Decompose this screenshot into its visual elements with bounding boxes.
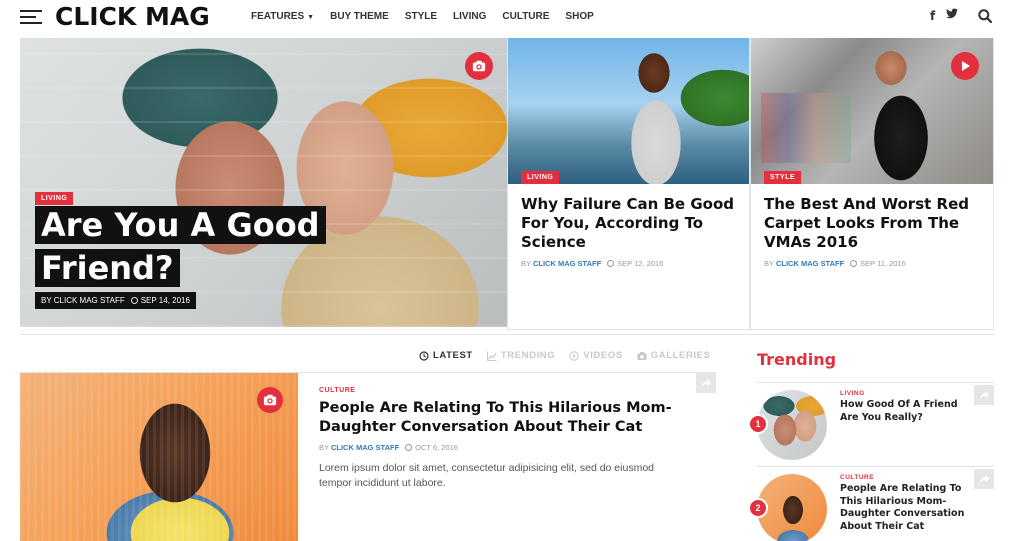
section-divider [20,334,994,335]
tab-latest[interactable]: LATEST [419,350,473,361]
share-icon[interactable] [974,469,994,489]
story-image [508,38,749,184]
rank-badge: 2 [748,498,768,518]
nav-item-living[interactable]: LIVING [453,11,486,22]
trending-heading: Trending [757,350,837,369]
byline-prefix: BY [521,259,531,268]
clock-icon [405,444,413,451]
nav-item-label: FEATURES [251,11,305,22]
chart-icon [486,351,497,361]
share-icon[interactable] [974,385,994,405]
clock-icon [607,260,615,267]
main-nav: FEATURES ▼ BUY THEME STYLE LIVING CULTURE… [251,11,610,22]
post-date: SEP 12, 2016 [617,259,664,268]
tab-label: GALLERIES [650,350,711,361]
nav-item-culture[interactable]: CULTURE [502,11,549,22]
play-icon[interactable] [951,52,979,80]
trending-category[interactable]: LIVING [840,390,865,397]
nav-item-style[interactable]: STYLE [405,11,437,22]
story-card[interactable]: LIVING Why Failure Can Be Good For You, … [507,38,750,330]
article-meta: BY CLICK MAG STAFF OCT 6, 2016 [319,443,458,452]
tab-label: VIDEOS [583,350,623,361]
post-date: SEP 14, 2016 [140,296,190,305]
menu-icon[interactable] [20,10,42,24]
tab-label: TRENDING [500,350,556,361]
clock-icon [850,260,858,267]
clock-icon [130,297,138,304]
story-card[interactable]: STYLE The Best And Worst Red Carpet Look… [750,38,994,330]
trending-item[interactable]: 1 LIVING How Good Of A Friend Are You Re… [748,382,994,466]
byline-prefix: BY [319,443,329,452]
site-header: CLICK MAG FEATURES ▼ BUY THEME STYLE LIVI… [0,0,1024,34]
nav-item-shop[interactable]: SHOP [565,11,593,22]
post-date: OCT 6, 2016 [415,443,458,452]
featured-story[interactable]: LIVING Are You A Good Friend? BY CLICK M… [20,38,507,327]
author-link[interactable]: CLICK MAG STAFF [776,259,844,268]
twitter-icon[interactable] [946,8,958,22]
byline-prefix: BY [764,259,774,268]
category-badge[interactable]: STYLE [764,171,802,184]
trending-title[interactable]: People Are Relating To This Hilarious Mo… [840,483,970,533]
search-icon[interactable] [978,8,993,24]
story-meta: BY CLICK MAG STAFF SEP 12, 2016 [521,259,663,268]
author-link[interactable]: CLICK MAG STAFF [533,259,601,268]
chevron-down-icon: ▼ [307,14,315,21]
category-badge[interactable]: LIVING [521,171,560,184]
camera-icon[interactable] [465,52,493,80]
trending-category[interactable]: CULTURE [840,474,874,481]
trending-item[interactable]: 2 CULTURE People Are Relating To This Hi… [748,466,994,541]
article-title[interactable]: People Are Relating To This Hilarious Mo… [319,399,679,437]
facebook-icon[interactable]: f [930,9,935,23]
nav-item-features[interactable]: FEATURES ▼ [251,11,314,22]
nav-item-buy-theme[interactable]: BUY THEME [330,11,389,22]
trending-title[interactable]: How Good Of A Friend Are You Really? [840,399,970,424]
featured-title-text: Are You A Good Friend? [35,206,326,287]
feed-tabs: LATEST TRENDING VIDEOS GALLERIES [419,350,725,361]
share-icon[interactable] [696,373,716,393]
tab-label: LATEST [433,350,473,361]
site-logo[interactable]: CLICK MAG [55,2,210,31]
play-circle-icon [569,350,580,361]
tab-galleries[interactable]: GALLERIES [637,350,711,361]
camera-icon [637,351,647,360]
author-link[interactable]: CLICK MAG STAFF [331,443,399,452]
story-meta: BY CLICK MAG STAFF SEP 11, 2016 [764,259,906,268]
featured-title[interactable]: Are You A Good Friend? [35,204,335,290]
article-excerpt: Lorem ipsum dolor sit amet, consectetur … [319,462,654,489]
post-date: SEP 11, 2016 [860,259,906,268]
byline: BY CLICK MAG STAFF [41,296,125,305]
article-row[interactable]: CULTURE People Are Relating To This Hila… [20,372,716,541]
tab-trending[interactable]: TRENDING [486,350,556,361]
story-title[interactable]: Why Failure Can Be Good For You, Accordi… [521,195,736,252]
article-category[interactable]: CULTURE [319,387,355,394]
rank-badge: 1 [748,414,768,434]
clock-icon [419,350,429,361]
tab-videos[interactable]: VIDEOS [569,350,623,361]
story-title[interactable]: The Best And Worst Red Carpet Looks From… [764,195,979,252]
featured-meta: BY CLICK MAG STAFF SEP 14, 2016 [35,292,196,309]
camera-icon[interactable] [257,387,283,413]
